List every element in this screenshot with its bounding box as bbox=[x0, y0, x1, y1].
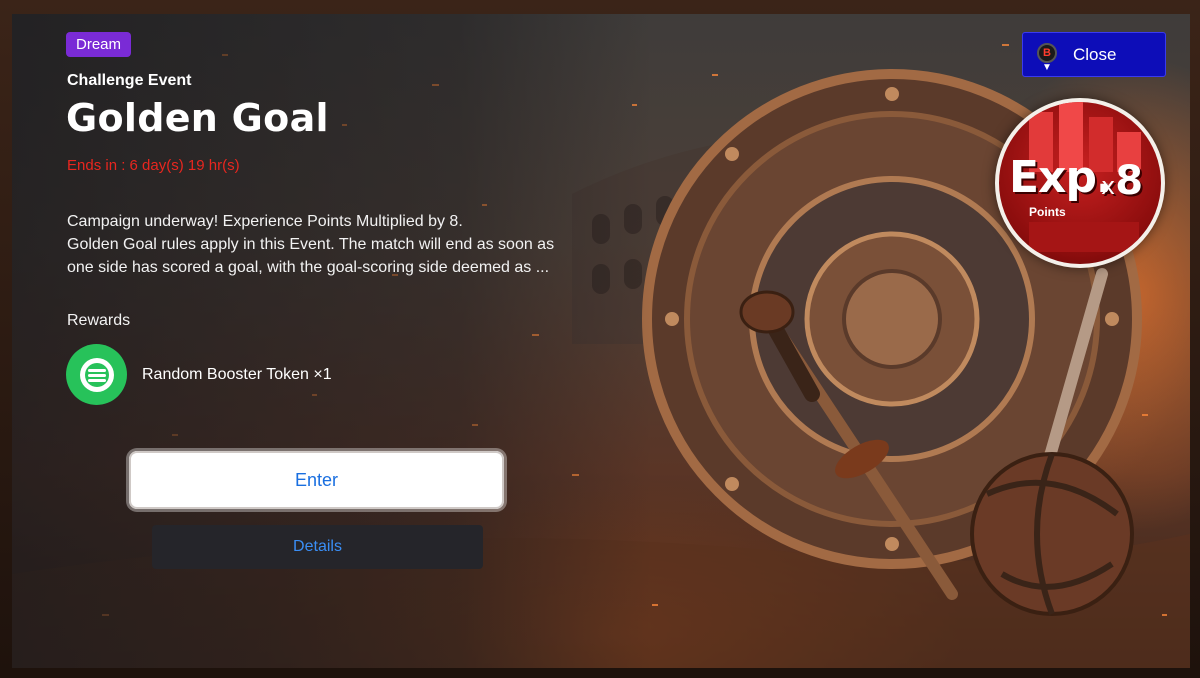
exp-multiplier-badge: Exp. x8 Points bbox=[995, 98, 1165, 268]
event-title: Golden Goal bbox=[66, 96, 329, 140]
rewards-heading: Rewards bbox=[67, 312, 131, 329]
event-banner: Dream Challenge Event Golden Goal Ends i… bbox=[12, 14, 1190, 668]
reward-item-name: Random Booster Token ×1 bbox=[142, 366, 332, 383]
close-button[interactable]: B ▼ Close bbox=[1022, 32, 1166, 77]
multiplier-x: x bbox=[1101, 172, 1116, 200]
event-tag-badge: Dream bbox=[66, 32, 132, 57]
chevron-down-icon: ▼ bbox=[1042, 62, 1052, 73]
multiplier-value: 8 bbox=[1115, 158, 1144, 204]
description-line: Campaign underway! Experience Points Mul… bbox=[67, 213, 463, 230]
description-line: Golden Goal rules apply in this Event. T… bbox=[67, 236, 555, 253]
event-description: Campaign underway! Experience Points Mul… bbox=[67, 210, 567, 279]
enter-button[interactable]: Enter bbox=[129, 451, 504, 509]
exp-multiplier: x8 bbox=[1101, 158, 1143, 204]
event-type-label: Challenge Event bbox=[67, 72, 192, 89]
description-line: one side has scored a goal, with the goa… bbox=[67, 259, 550, 276]
exp-label: Exp. bbox=[1009, 152, 1113, 203]
exp-points-label: Points bbox=[1029, 205, 1066, 219]
b-key-icon: B bbox=[1037, 43, 1057, 63]
details-button[interactable]: Details bbox=[152, 525, 483, 569]
event-countdown: Ends in : 6 day(s) 19 hr(s) bbox=[67, 157, 240, 174]
booster-token-icon bbox=[66, 344, 127, 405]
close-label: Close bbox=[1073, 45, 1117, 64]
